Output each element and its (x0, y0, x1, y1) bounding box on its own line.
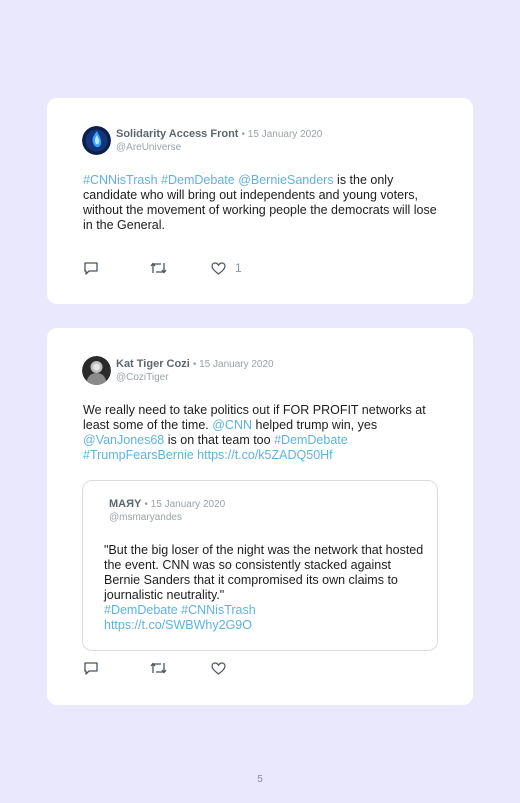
retweet-button[interactable] (150, 661, 211, 675)
quote-author-name[interactable]: MAЯY (109, 498, 141, 510)
avatar[interactable] (82, 126, 111, 155)
retweet-button[interactable] (150, 261, 211, 275)
text-span: helped trump win, yes (252, 418, 378, 432)
reply-icon (84, 662, 98, 675)
reply-button[interactable] (83, 261, 150, 275)
tweet-actions (83, 660, 235, 676)
avatar[interactable] (82, 356, 111, 385)
heart-icon (211, 661, 226, 675)
like-count: 1 (235, 261, 242, 275)
reply-icon (84, 262, 98, 275)
author-name[interactable]: Solidarity Access Front (116, 128, 238, 140)
tweet-header: Kat Tiger Cozi • 15 January 2020 @CoziTi… (82, 356, 274, 385)
quote-author-handle[interactable]: @msmaryandes (109, 511, 225, 524)
hashtag-link[interactable]: #CNNisTrash (83, 173, 158, 187)
tweet-actions: 1 (83, 260, 242, 276)
hashtag-link[interactable]: #DemDebate (104, 603, 178, 617)
hashtag-link[interactable]: #TrumpFearsBernie (83, 448, 194, 462)
tweet-card: Solidarity Access Front • 15 January 202… (47, 98, 473, 304)
page-number: 5 (257, 774, 263, 785)
tweet-header: Solidarity Access Front • 15 January 202… (82, 126, 322, 155)
like-button[interactable]: 1 (211, 261, 242, 275)
tweet-text: #CNNisTrash #DemDebate @BernieSanders is… (83, 173, 443, 233)
author-name[interactable]: Kat Tiger Cozi (116, 358, 190, 370)
tweet-text: We really need to take politics out if F… (83, 403, 445, 463)
mention-link[interactable]: @BernieSanders (238, 173, 333, 187)
text-span: is on that team too (164, 433, 275, 447)
hashtag-link[interactable]: #DemDebate (161, 173, 235, 187)
mention-link[interactable]: @CNN (212, 418, 252, 432)
quoted-tweet[interactable]: MAЯY • 15 January 2020 @msmaryandes "But… (82, 480, 438, 651)
tweet-card: Kat Tiger Cozi • 15 January 2020 @CoziTi… (47, 328, 473, 705)
retweet-icon (150, 662, 167, 674)
text-span: "But the big loser of the night was the … (104, 543, 424, 602)
mention-link[interactable]: @VanJones68 (83, 433, 164, 447)
author-handle[interactable]: @CoziTiger (116, 371, 274, 384)
quote-text: "But the big loser of the night was the … (104, 543, 424, 633)
url-link[interactable]: https://t.co/SWBWhy2G9O (104, 618, 252, 632)
tweet-date: • 15 January 2020 (241, 128, 323, 140)
quote-header: MAЯY • 15 January 2020 @msmaryandes (109, 498, 225, 524)
author-handle[interactable]: @AreUniverse (116, 141, 322, 154)
quote-date: • 15 January 2020 (144, 499, 226, 510)
hashtag-link[interactable]: #CNNisTrash (181, 603, 256, 617)
url-link[interactable]: https://t.co/k5ZADQ50Hf (197, 448, 332, 462)
retweet-icon (150, 262, 167, 274)
like-button[interactable] (211, 661, 235, 675)
heart-icon (211, 261, 226, 275)
reply-button[interactable] (83, 661, 150, 675)
tweet-date: • 15 January 2020 (192, 358, 274, 370)
hashtag-link[interactable]: #DemDebate (274, 433, 348, 447)
